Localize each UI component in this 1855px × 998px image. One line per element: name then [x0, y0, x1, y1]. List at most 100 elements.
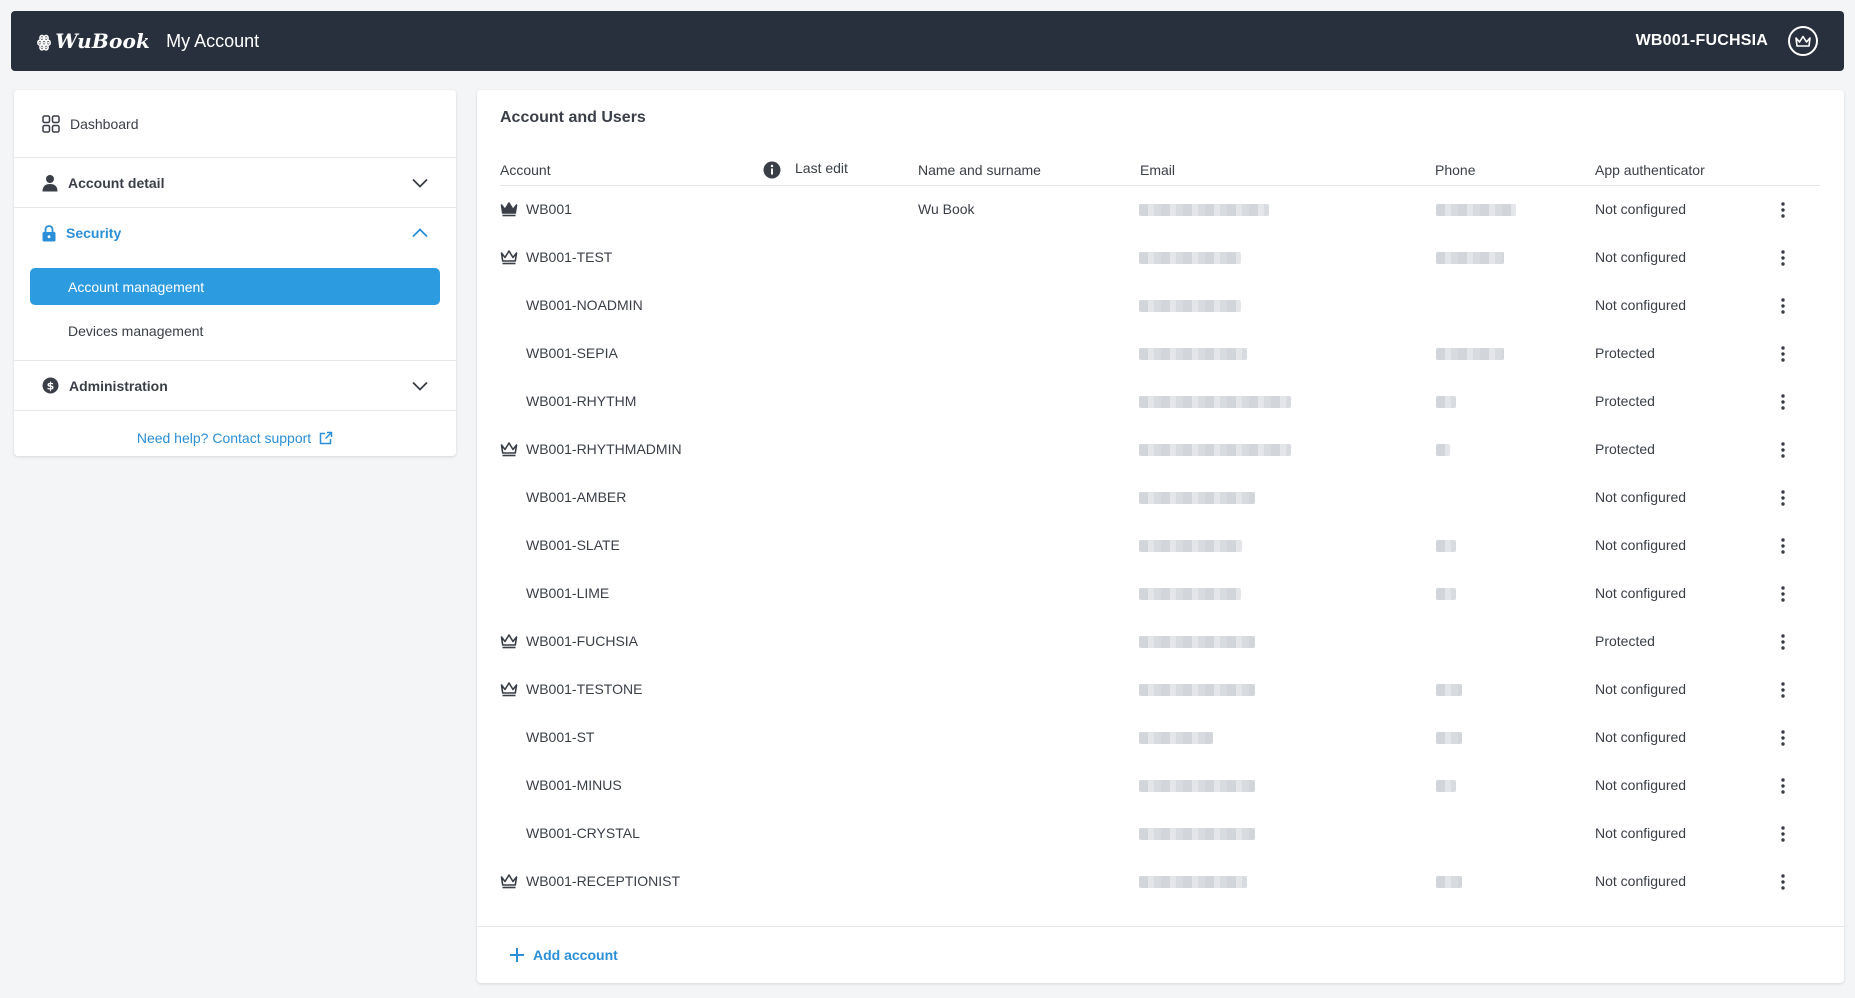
external-link-icon	[319, 431, 333, 445]
table-row[interactable]: WB001-CRYSTAL Not configured	[500, 810, 1820, 858]
more-vertical-icon	[1781, 298, 1785, 314]
column-header-account: Account	[500, 162, 551, 178]
table-row[interactable]: WB001-ST Not configured	[500, 714, 1820, 762]
dollar-coin-icon: $	[42, 377, 59, 394]
row-actions-button[interactable]	[1774, 632, 1792, 652]
sidebar-item-account-management[interactable]: Account management	[30, 268, 440, 305]
dashboard-label: Dashboard	[70, 115, 139, 132]
table-row[interactable]: WB001 Wu Book Not configured	[500, 186, 1820, 234]
svg-text:$: $	[47, 380, 55, 393]
row-actions-button[interactable]	[1774, 536, 1792, 556]
plus-icon	[510, 948, 524, 962]
info-icon[interactable]	[763, 161, 781, 179]
table-row[interactable]: WB001-SEPIA Protected	[500, 330, 1820, 378]
more-vertical-icon	[1781, 490, 1785, 506]
table-row[interactable]: WB001-LIME Not configured	[500, 570, 1820, 618]
table-row[interactable]: WB001-AMBER Not configured	[500, 474, 1820, 522]
phone-redacted	[1436, 588, 1456, 600]
row-actions-button[interactable]	[1774, 248, 1792, 268]
row-actions-button[interactable]	[1774, 344, 1792, 364]
add-account-button[interactable]: Add account	[477, 926, 1844, 983]
more-vertical-icon	[1781, 730, 1785, 746]
account-name: WB001	[526, 201, 572, 217]
row-actions-button[interactable]	[1774, 824, 1792, 844]
crown-icon	[500, 874, 518, 889]
account-name: WB001-RHYTHMADMIN	[526, 441, 682, 457]
user-icon	[42, 174, 58, 191]
table-row[interactable]: WB001-RHYTHMADMIN Protected	[500, 426, 1820, 474]
top-bar: ꙮ WuBook My Account WB001-FUCHSIA	[11, 11, 1844, 71]
more-vertical-icon	[1781, 826, 1785, 842]
row-actions-button[interactable]	[1774, 200, 1792, 220]
row-actions-button[interactable]	[1774, 488, 1792, 508]
crown-icon	[500, 682, 518, 697]
sidebar-section-account-detail[interactable]: Account detail	[14, 158, 456, 208]
app-authenticator-status: Not configured	[1595, 681, 1687, 697]
table-row[interactable]: WB001-TEST Not configured	[500, 234, 1820, 282]
table-row[interactable]: WB001-TESTONE Not configured	[500, 666, 1820, 714]
app-authenticator-status: Not configured	[1595, 825, 1687, 841]
email-redacted	[1139, 588, 1241, 600]
row-actions-button[interactable]	[1774, 440, 1792, 460]
sidebar-section-security[interactable]: Security	[14, 208, 456, 258]
table-row[interactable]: WB001-RHYTHM Protected	[500, 378, 1820, 426]
user-area: WB001-FUCHSIA	[1636, 26, 1818, 56]
phone-redacted	[1436, 348, 1504, 360]
account-name: WB001-SEPIA	[526, 345, 618, 361]
table-row[interactable]: WB001-FUCHSIA Protected	[500, 618, 1820, 666]
table-row[interactable]: WB001-MINUS Not configured	[500, 762, 1820, 810]
table-row[interactable]: WB001-RECEPTIONIST Not configured	[500, 858, 1820, 906]
chevron-down-icon	[412, 178, 428, 188]
account-name: WB001-TESTONE	[526, 681, 643, 697]
crown-icon	[1795, 35, 1811, 47]
row-actions-button[interactable]	[1774, 296, 1792, 316]
wubook-logo[interactable]: ꙮ WuBook	[37, 29, 150, 53]
app-authenticator-status: Not configured	[1595, 777, 1687, 793]
app-authenticator-status: Not configured	[1595, 297, 1687, 313]
more-vertical-icon	[1781, 874, 1785, 890]
user-menu-button[interactable]	[1788, 26, 1818, 56]
email-redacted	[1139, 828, 1255, 840]
email-redacted	[1139, 492, 1255, 504]
contact-support-link[interactable]: Need help? Contact support	[14, 411, 456, 465]
email-redacted	[1139, 252, 1241, 264]
app-authenticator-status: Not configured	[1595, 873, 1687, 889]
more-vertical-icon	[1781, 538, 1785, 554]
current-user-name[interactable]: WB001-FUCHSIA	[1636, 32, 1768, 50]
row-actions-button[interactable]	[1774, 680, 1792, 700]
phone-redacted	[1436, 252, 1504, 264]
more-vertical-icon	[1781, 394, 1785, 410]
logo-text: WuBook	[55, 29, 151, 53]
app-title: My Account	[166, 30, 260, 51]
row-actions-button[interactable]	[1774, 776, 1792, 796]
crown-icon	[500, 634, 518, 649]
account-name: WB001-NOADMIN	[526, 297, 643, 313]
sidebar-item-devices-management[interactable]: Devices management	[30, 312, 440, 349]
more-vertical-icon	[1781, 682, 1785, 698]
account-name: WB001-AMBER	[526, 489, 627, 505]
email-redacted	[1139, 348, 1247, 360]
app-authenticator-status: Not configured	[1595, 489, 1687, 505]
row-actions-button[interactable]	[1774, 728, 1792, 748]
accounts-table-body: WB001 Wu Book Not configured WB001-TEST Not …	[500, 186, 1820, 906]
table-row[interactable]: WB001-SLATE Not configured	[500, 522, 1820, 570]
app-authenticator-status: Protected	[1595, 393, 1655, 409]
accounts-panel: Account and Users Account Last edit Name…	[477, 90, 1844, 983]
more-vertical-icon	[1781, 202, 1785, 218]
row-actions-button[interactable]	[1774, 584, 1792, 604]
sidebar: Dashboard Account detail Security Accoun…	[14, 90, 456, 456]
row-actions-button[interactable]	[1774, 872, 1792, 892]
row-actions-button[interactable]	[1774, 392, 1792, 412]
sidebar-section-label: Account detail	[68, 174, 165, 191]
app-authenticator-status: Not configured	[1595, 537, 1687, 553]
lock-icon	[42, 224, 56, 241]
crown-icon	[500, 442, 518, 457]
phone-redacted	[1436, 684, 1462, 696]
table-header: Account Last edit Name and surname Email…	[500, 156, 1820, 186]
contact-support-label: Need help? Contact support	[136, 430, 312, 446]
email-redacted	[1139, 540, 1242, 552]
phone-redacted	[1436, 876, 1462, 888]
table-row[interactable]: WB001-NOADMIN Not configured	[500, 282, 1820, 330]
sidebar-section-administration[interactable]: $ Administration	[14, 361, 456, 411]
sidebar-item-dashboard[interactable]: Dashboard	[14, 90, 456, 158]
